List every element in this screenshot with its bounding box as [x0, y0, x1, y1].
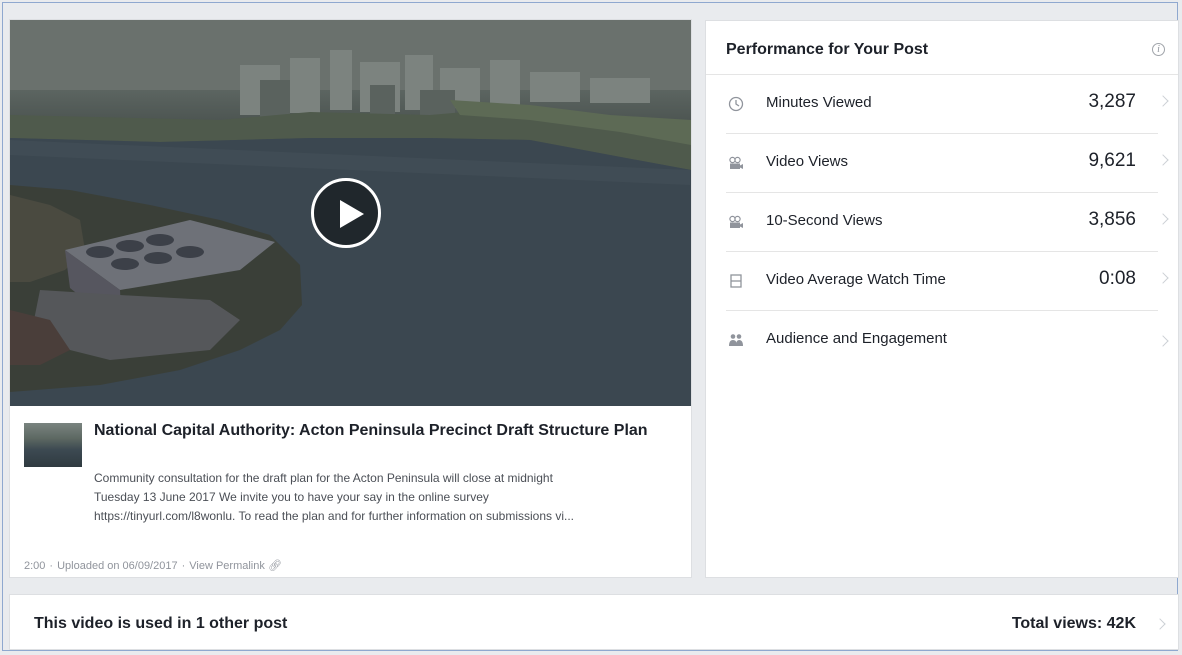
- video-camera-icon: [729, 156, 743, 169]
- metric-label: Audience and Engagement: [766, 330, 947, 347]
- post-description-line: Community consultation for the draft pla…: [94, 471, 553, 485]
- post-description-line: https://tinyurl.com/l8wonlu. To read the…: [94, 509, 575, 523]
- chevron-right-icon: [1154, 618, 1166, 630]
- video-usage-label: This video is used in 1 other post: [34, 615, 288, 632]
- post-description-line: Tuesday 13 June 2017 We invite you to ha…: [94, 490, 489, 504]
- video-thumbnail[interactable]: [24, 423, 82, 467]
- metric-label: 10-Second Views: [766, 212, 883, 229]
- chevron-right-icon: [1157, 95, 1169, 107]
- frame: National Capital Authority: Acton Penins…: [2, 2, 1179, 651]
- play-button[interactable]: [311, 178, 381, 248]
- performance-panel: Performance for Your Post i Minutes View…: [705, 20, 1179, 578]
- chevron-right-icon: [1157, 213, 1169, 225]
- metric-label: Video Views: [766, 153, 849, 170]
- post-meta: 2:00 · Uploaded on 06/09/2017 · View Permali…: [24, 560, 282, 572]
- metric-value: 9,621: [1088, 150, 1136, 171]
- clock-icon: [728, 96, 744, 112]
- metric-audience-engagement[interactable]: Audience and Engagement: [706, 311, 1178, 370]
- info-icon[interactable]: i: [1152, 43, 1165, 56]
- performance-header: Performance for Your Post i: [706, 21, 1178, 75]
- view-permalink-link[interactable]: View Permalink 🔗︎: [189, 560, 282, 572]
- metric-label: Minutes Viewed: [766, 94, 872, 111]
- metric-10-second-views[interactable]: 10-Second Views 3,856: [706, 193, 1178, 252]
- people-icon: [729, 334, 743, 346]
- video-duration: 2:00: [24, 560, 46, 572]
- metric-label: Video Average Watch Time: [766, 271, 946, 288]
- metric-average-watch-time[interactable]: Video Average Watch Time 0:08: [706, 252, 1178, 311]
- metric-value: 3,856: [1088, 209, 1136, 230]
- video-usage-bar[interactable]: This video is used in 1 other post Total…: [9, 594, 1179, 650]
- film-strip-icon: [730, 274, 742, 288]
- performance-title: Performance for Your Post: [726, 41, 929, 58]
- video-camera-icon: [729, 215, 743, 228]
- upload-date: Uploaded on 06/09/2017: [57, 560, 178, 572]
- metric-value: 3,287: [1088, 91, 1136, 112]
- post-title[interactable]: National Capital Authority: Acton Penins…: [94, 421, 684, 441]
- metric-video-views[interactable]: Video Views 9,621: [706, 134, 1178, 193]
- chevron-right-icon: [1157, 335, 1169, 347]
- chevron-right-icon: [1157, 154, 1169, 166]
- post-description: Community consultation for the draft pla…: [94, 469, 688, 526]
- metric-minutes-viewed[interactable]: Minutes Viewed 3,287: [706, 75, 1178, 134]
- total-views: Total views: 42K: [1011, 615, 1136, 632]
- metric-value: 0:08: [1099, 268, 1136, 289]
- link-icon: 🔗︎: [267, 560, 282, 572]
- chevron-right-icon: [1157, 272, 1169, 284]
- video-post-card: National Capital Authority: Acton Penins…: [9, 19, 692, 578]
- video-player[interactable]: [10, 20, 691, 406]
